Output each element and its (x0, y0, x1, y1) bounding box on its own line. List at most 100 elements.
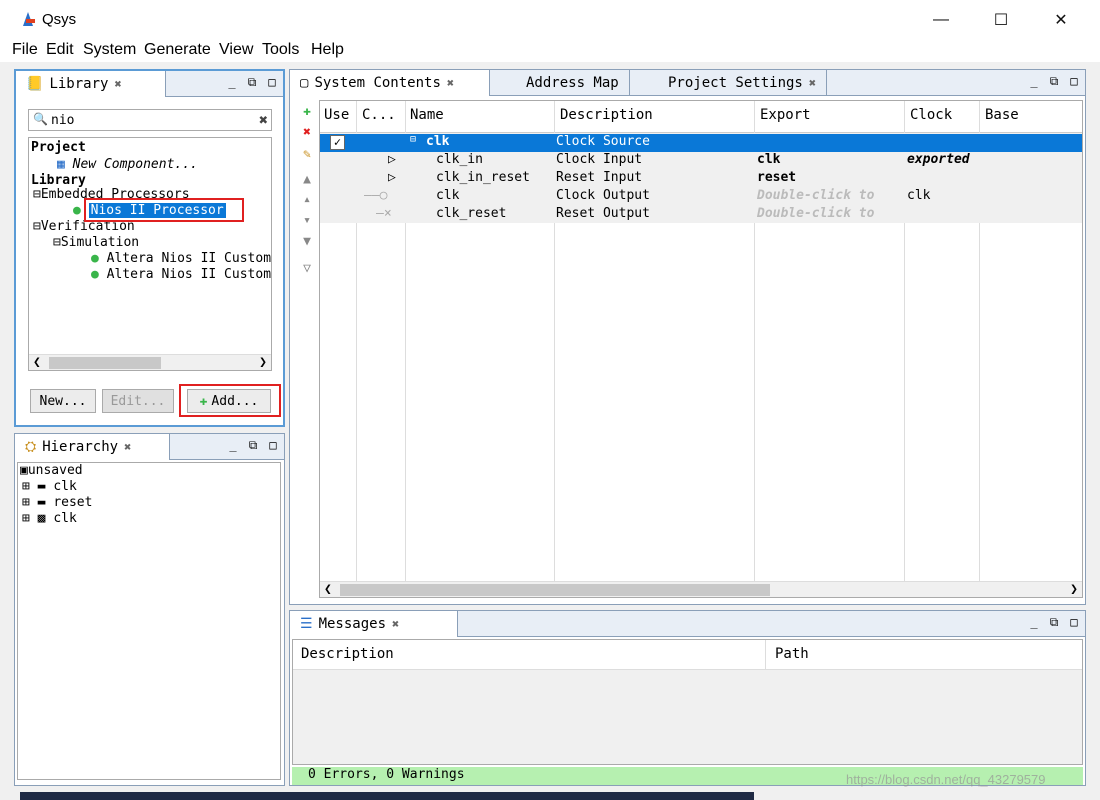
close-icon[interactable]: ✖ (392, 617, 399, 631)
menu-file[interactable]: File (12, 41, 38, 59)
hierarchy-panel: ⛭ Hierarchy ✖ _ ⧉ □ ▣unsaved ⊞ ▬ clk ⊞ ▬ r… (14, 433, 285, 786)
minimize-icon[interactable]: _ (1027, 74, 1041, 88)
window-title: Qsys (42, 11, 77, 28)
restore-icon[interactable]: ⧉ (1047, 74, 1061, 88)
minimize-icon[interactable]: _ (225, 75, 239, 89)
port-in-icon: ▷ (388, 170, 396, 185)
maximize-icon[interactable]: □ (266, 438, 280, 452)
move-bottom-icon[interactable]: ▼ (298, 232, 316, 250)
restore-icon[interactable]: ⧉ (246, 438, 260, 452)
table-row[interactable]: ▷ clk_in Clock Input clk exported (320, 152, 1082, 170)
collapse-icon: ⊟ (410, 134, 417, 145)
minimize-icon[interactable]: _ (226, 438, 240, 452)
ip-dot-icon: ● (91, 251, 99, 266)
add-button[interactable]: ✚ Add... (187, 389, 271, 413)
close-icon[interactable]: ✖ (447, 76, 454, 90)
component-icon: ▦ (57, 157, 65, 172)
tree-item-altera2[interactable]: ● Altera Nios II Custom (91, 267, 271, 282)
system-hscrollbar[interactable]: ❮ ❯ (320, 581, 1082, 597)
hierarchy-icon: ⛭ (25, 439, 37, 455)
library-hscrollbar[interactable]: ❮ ❯ (29, 354, 271, 370)
move-top-icon[interactable]: ▲ (298, 170, 316, 188)
move-up-icon[interactable]: ▴ (298, 190, 316, 208)
ip-dot-icon: ● (73, 203, 81, 218)
restore-icon[interactable]: ⧉ (1047, 615, 1061, 629)
scroll-left-icon: ❮ (324, 582, 332, 597)
scroll-right-icon: ❯ (1070, 582, 1078, 597)
minimize-icon[interactable]: _ (1027, 615, 1041, 629)
connection-line-icon: —× (376, 206, 392, 221)
tree-item-unsaved[interactable]: ▣unsaved (20, 463, 83, 478)
table-row[interactable]: ——○ clk Clock Output Double-click to clk (320, 188, 1082, 206)
port-icon: ▬ (37, 479, 46, 494)
edit-button[interactable]: Edit... (102, 389, 174, 413)
close-window-button[interactable]: ✕ (1038, 0, 1084, 40)
library-icon: 📒 (26, 76, 44, 92)
port-icon: ▬ (37, 495, 46, 510)
ip-dot-icon: ● (91, 267, 99, 282)
tree-item-new-component[interactable]: ▦ New Component... (57, 157, 198, 172)
tab-project-settings[interactable]: Project Settings ✖ (658, 70, 828, 96)
library-panel: 📒 Library ✖ _ ⧉ □ 🔍 nio ✖ Project ▦ New Co… (14, 69, 285, 427)
tree-item-clk-module[interactable]: ⊞ ▩ clk (22, 511, 77, 526)
filter-icon[interactable]: ▽ (298, 259, 316, 277)
edit-component-icon[interactable]: ✎ (298, 145, 316, 163)
move-down-icon[interactable]: ▾ (298, 211, 316, 229)
tree-item-altera1[interactable]: ● Altera Nios II Custom (91, 251, 271, 266)
restore-icon[interactable]: ⧉ (245, 75, 259, 89)
close-icon[interactable]: ✖ (114, 77, 121, 91)
tab-library[interactable]: 📒 Library ✖ (16, 71, 166, 97)
new-button[interactable]: New... (30, 389, 96, 413)
menu-edit[interactable]: Edit (46, 41, 74, 59)
menu-help[interactable]: Help (311, 41, 344, 59)
tab-address-map[interactable]: Address Map (516, 70, 630, 96)
add-component-icon[interactable]: ✚ (298, 102, 316, 120)
system-icon: ▢ (300, 75, 309, 91)
messages-table: Description Path (292, 639, 1083, 765)
tree-item-simulation[interactable]: ⊟Simulation (53, 235, 139, 250)
menu-generate[interactable]: Generate (144, 41, 211, 59)
remove-component-icon[interactable]: ✖ (298, 123, 316, 141)
messages-icon: ☰ (300, 616, 313, 632)
minimize-button[interactable]: — (918, 0, 964, 40)
table-header: Use C... Name Description Export Clock B… (320, 101, 1082, 133)
tab-hierarchy[interactable]: ⛭ Hierarchy ✖ (15, 434, 170, 460)
search-input[interactable]: 🔍 nio ✖ (28, 109, 272, 131)
tree-item-clk[interactable]: ⊞ ▬ clk (22, 479, 77, 494)
system-contents-panel: ▢ System Contents ✖ Address Map Project S… (289, 69, 1086, 605)
table-row[interactable]: ▷ clk_in_reset Reset Input reset (320, 170, 1082, 188)
table-row[interactable]: —× clk_reset Reset Output Double-click t… (320, 206, 1082, 224)
clear-search-icon[interactable]: ✖ (259, 111, 268, 129)
maximize-icon[interactable]: □ (1067, 615, 1081, 629)
plus-icon: ✚ (199, 393, 208, 409)
watermark: https://blog.csdn.net/qq_43279579 (846, 772, 1046, 787)
tab-messages[interactable]: ☰ Messages ✖ (290, 611, 458, 637)
title-bar: Qsys — ☐ ✕ (0, 0, 1100, 40)
close-icon[interactable]: ✖ (124, 440, 131, 454)
qsys-logo-icon (23, 12, 35, 26)
scroll-right-icon: ❯ (259, 355, 267, 370)
port-in-icon: ▷ (388, 152, 396, 167)
menu-bar: File Edit System Generate View Tools Hel… (0, 40, 1100, 62)
use-checkbox[interactable]: ✓ (330, 135, 345, 150)
system-table: Use C... Name Description Export Clock B… (319, 100, 1083, 598)
scroll-left-icon: ❮ (33, 355, 41, 370)
highlight-box (84, 198, 244, 222)
menu-system[interactable]: System (83, 41, 136, 59)
maximize-button[interactable]: ☐ (978, 0, 1024, 40)
connection-line-icon: ——○ (364, 188, 388, 203)
search-icon: 🔍 (33, 112, 48, 126)
maximize-icon[interactable]: □ (265, 75, 279, 89)
maximize-icon[interactable]: □ (1067, 74, 1081, 88)
tree-item-reset[interactable]: ⊞ ▬ reset (22, 495, 92, 510)
taskbar-strip (20, 792, 754, 800)
library-tree: Project ▦ New Component... Library ⊟Embe… (28, 137, 272, 371)
system-icon: ▣ (20, 463, 28, 478)
menu-tools[interactable]: Tools (262, 41, 299, 59)
menu-view[interactable]: View (219, 41, 253, 59)
tab-system-contents[interactable]: ▢ System Contents ✖ (290, 70, 490, 96)
close-icon[interactable]: ✖ (809, 76, 816, 90)
table-row[interactable]: ✓ ⊟ clk Clock Source (320, 134, 1082, 152)
hierarchy-tree: ▣unsaved ⊞ ▬ clk ⊞ ▬ reset ⊞ ▩ clk (17, 462, 281, 780)
messages-panel: ☰ Messages ✖ _ ⧉ □ Description Path 0 Error… (289, 610, 1086, 786)
